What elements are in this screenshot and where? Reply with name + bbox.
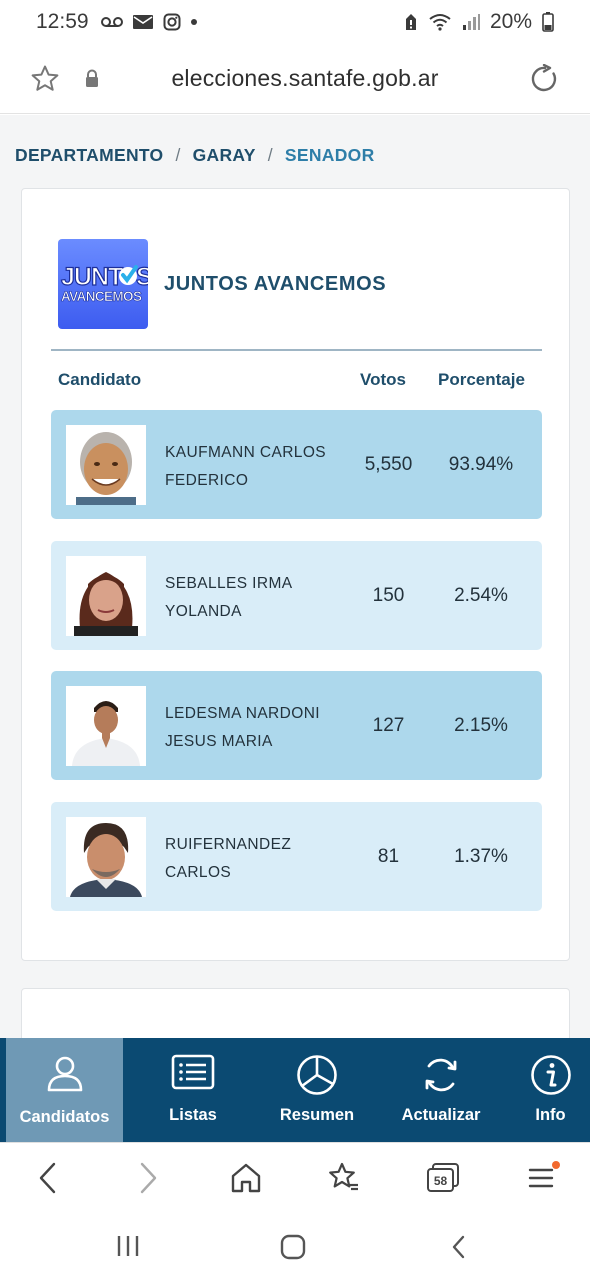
column-header-percent: Porcentaje [438, 370, 525, 389]
home-button-icon[interactable] [280, 1234, 306, 1265]
tabs-icon[interactable]: 58 [426, 1161, 460, 1200]
candidate-name: SEBALLES IRMA YOLANDA [165, 575, 292, 620]
nav-label: Candidatos [19, 1108, 110, 1126]
candidate-votes: 150 [372, 585, 405, 606]
nav-label: Resumen [279, 1106, 355, 1124]
forward-icon[interactable] [134, 1161, 162, 1200]
divider [51, 349, 542, 351]
tab-count: 58 [434, 1174, 448, 1188]
breadcrumb-garay[interactable]: GARAY [193, 145, 256, 166]
breadcrumb-separator: / [267, 145, 273, 165]
party-results-card: JUNT S AVANCEMOS JUNTOS AVANCEMOS Candid… [21, 188, 570, 961]
candidate-votes: 81 [377, 846, 400, 867]
nav-candidatos[interactable]: Candidatos [6, 1038, 123, 1142]
breadcrumb-senador: SENADOR [284, 145, 375, 165]
back-icon[interactable] [34, 1161, 62, 1200]
candidate-row: SEBALLES IRMA YOLANDA 150 2.54% [51, 541, 542, 650]
logo-text-avancemos: AVANCEMOS [61, 289, 142, 304]
info-icon [530, 1054, 572, 1101]
menu-icon[interactable] [526, 1161, 560, 1200]
status-bar: 12:59 20% [0, 0, 590, 44]
candidate-name: KAUFMANN CARLOS FEDERICO [165, 444, 327, 489]
url-text[interactable]: elecciones.santafe.gob.ar [0, 65, 590, 92]
nav-info[interactable]: Info [511, 1038, 590, 1142]
instagram-icon [163, 13, 181, 31]
app-bottom-nav: Candidatos Listas Resumen Actualizar Inf… [0, 1038, 590, 1142]
nav-label: Actualizar [401, 1106, 481, 1124]
wifi-icon [428, 13, 452, 31]
signal-icon [462, 13, 480, 31]
nav-label: Info [535, 1106, 566, 1124]
candidate-photo [66, 686, 146, 766]
status-time: 12:59 [36, 10, 89, 33]
mail-icon [132, 14, 154, 30]
candidate-percent: 2.54% [454, 585, 508, 606]
home-icon[interactable] [230, 1161, 262, 1200]
voicemail-icon [100, 16, 123, 28]
breadcrumb-departamento[interactable]: DEPARTAMENTO [15, 145, 163, 166]
refresh-icon [421, 1054, 461, 1101]
column-header-votes: Votos [360, 370, 406, 389]
candidate-row: KAUFMANN CARLOS FEDERICO 5,550 93.94% [51, 410, 542, 519]
browser-toolbar: 58 [0, 1142, 590, 1212]
nav-resumen[interactable]: Resumen [263, 1038, 371, 1142]
candidate-votes: 5,550 [364, 454, 413, 475]
pie-chart-icon [296, 1054, 338, 1101]
system-nav-bar [0, 1212, 590, 1280]
alert-icon [404, 13, 418, 31]
nav-listas[interactable]: Listas [123, 1038, 263, 1142]
logo-text-juntos: JUNT [61, 263, 123, 291]
next-party-card [21, 988, 570, 1038]
party-logo: JUNT S AVANCEMOS [58, 239, 148, 329]
nav-label: Listas [169, 1106, 217, 1124]
candidate-name: RUIFERNANDEZ CARLOS [165, 836, 292, 881]
candidate-row: RUIFERNANDEZ CARLOS 81 1.37% [51, 802, 542, 911]
candidate-percent: 1.37% [454, 846, 508, 867]
candidate-photo [66, 817, 146, 897]
candidate-photo [66, 425, 146, 505]
reload-icon[interactable] [530, 63, 560, 99]
bookmarks-icon[interactable] [327, 1161, 361, 1200]
candidate-name: LEDESMA NARDONI JESUS MARIA [165, 705, 321, 750]
list-icon [171, 1054, 215, 1095]
column-header-candidate: Candidato [58, 370, 142, 389]
candidate-percent: 93.94% [448, 454, 514, 475]
recents-icon[interactable] [115, 1234, 141, 1263]
breadcrumb-separator: / [175, 145, 181, 165]
battery-percent: 20% [489, 10, 532, 33]
dot-icon [190, 18, 198, 26]
candidate-percent: 2.15% [454, 715, 508, 736]
logo-text-s: S [136, 263, 148, 291]
party-name: JUNTOS AVANCEMOS [164, 273, 387, 295]
candidate-votes: 127 [372, 715, 405, 736]
system-back-icon[interactable] [448, 1234, 470, 1265]
candidate-row: LEDESMA NARDONI JESUS MARIA 127 2.15% [51, 671, 542, 780]
nav-actualizar[interactable]: Actualizar [371, 1038, 511, 1142]
url-bar: elecciones.santafe.gob.ar [0, 44, 590, 114]
page-content: DEPARTAMENTO / GARAY / SENADOR JUNT S AV… [0, 115, 590, 1038]
breadcrumb: DEPARTAMENTO / GARAY / SENADOR [15, 145, 375, 166]
candidate-photo [66, 556, 146, 636]
battery-icon [542, 12, 554, 32]
user-icon [45, 1054, 85, 1099]
